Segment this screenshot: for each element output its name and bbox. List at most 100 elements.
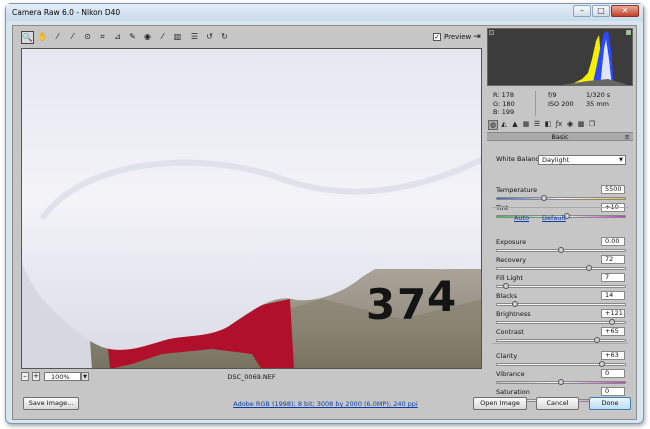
- white-balance-dropdown[interactable]: Daylight ▼: [538, 155, 626, 165]
- white-balance-tool-icon[interactable]: ⁄: [51, 31, 64, 44]
- contrast-control: Contrast +65: [496, 327, 626, 343]
- targeted-adjustment-tool-icon[interactable]: ⊙: [81, 31, 94, 44]
- temperature-label: Temperature: [496, 186, 538, 194]
- temperature-slider-thumb[interactable]: [541, 195, 548, 201]
- recovery-label: Recovery: [496, 256, 527, 264]
- vibrance-slider-thumb[interactable]: [558, 379, 564, 385]
- file-name: DSC_0069.NEF: [227, 373, 276, 381]
- maximize-button[interactable]: □: [592, 5, 610, 17]
- straighten-tool-icon[interactable]: ⊿: [111, 31, 124, 44]
- clarity-slider[interactable]: [496, 361, 626, 367]
- vibrance-value-field[interactable]: 0: [601, 369, 625, 378]
- contrast-label: Contrast: [496, 328, 524, 336]
- close-button[interactable]: ✕: [611, 5, 639, 17]
- recovery-value-field[interactable]: 72: [601, 255, 625, 264]
- clarity-value-field[interactable]: +63: [601, 351, 625, 360]
- divider: [492, 207, 628, 208]
- zoom-tool-icon[interactable]: 🔍: [21, 31, 34, 44]
- minimize-button[interactable]: –: [573, 5, 591, 17]
- preview-toggle[interactable]: ✓ Preview: [433, 33, 471, 41]
- blacks-slider-thumb[interactable]: [511, 301, 518, 307]
- open-image-button[interactable]: Open Image: [473, 397, 527, 410]
- contrast-slider[interactable]: [496, 337, 626, 343]
- title-bar[interactable]: Camera Raw 6.0 - Nikon D40 – □ ✕: [6, 4, 643, 21]
- detail-tab-icon[interactable]: ▲: [510, 120, 520, 130]
- clarity-label: Clarity: [496, 352, 518, 360]
- panel-title: Basic: [551, 133, 569, 141]
- highlight-clipping-indicator[interactable]: [626, 30, 631, 35]
- fill-light-label: Fill Light: [496, 274, 523, 282]
- green-value: G: 180: [493, 99, 515, 108]
- fill-light-slider-thumb[interactable]: [502, 283, 509, 289]
- basic-tab-icon[interactable]: ◍: [488, 120, 498, 130]
- clarity-slider-thumb[interactable]: [598, 361, 605, 367]
- status-bar: – + 100% ▼ DSC_0069.NEF: [21, 371, 482, 384]
- exposure-control: Exposure 0.00: [496, 237, 626, 253]
- tone-curve-tab-icon[interactable]: ◭: [499, 120, 509, 130]
- color-sampler-tool-icon[interactable]: ⁄: [66, 31, 79, 44]
- temperature-value-field[interactable]: 5500: [601, 185, 625, 194]
- preview-label: Preview: [444, 33, 472, 41]
- exposure-slider-thumb[interactable]: [558, 247, 564, 253]
- exposure-slider[interactable]: [496, 247, 626, 253]
- red-eye-tool-icon[interactable]: ◉: [141, 31, 154, 44]
- panel-menu-icon[interactable]: ≡: [625, 133, 630, 141]
- spot-removal-tool-icon[interactable]: ✎: [126, 31, 139, 44]
- tool-list: 🔍 ✋ ⁄ ⁄ ⊙ ⌗ ⊿ ✎ ◉ ⁄ ▥ ☰ ↺ ↻: [21, 31, 233, 44]
- fill-light-control: Fill Light 7: [496, 273, 626, 289]
- brightness-value-field[interactable]: +121: [601, 309, 625, 318]
- histogram-graph: [561, 31, 628, 85]
- brightness-slider[interactable]: [496, 319, 626, 325]
- blacks-value-field[interactable]: 14: [601, 291, 625, 300]
- window-controls: – □ ✕: [572, 5, 639, 17]
- blacks-slider[interactable]: [496, 301, 626, 307]
- split-toning-tab-icon[interactable]: ☰: [532, 120, 542, 130]
- rotate-cw-icon[interactable]: ↻: [218, 31, 231, 44]
- fill-light-value-field[interactable]: 7: [601, 273, 625, 282]
- preview-checkbox[interactable]: ✓: [433, 33, 441, 41]
- snapshots-tab-icon[interactable]: ❐: [587, 120, 597, 130]
- snowy-mailbox-photo: 3 7 4: [22, 49, 481, 368]
- crop-tool-icon[interactable]: ⌗: [96, 31, 109, 44]
- presets-tab-icon[interactable]: ▩: [576, 120, 586, 130]
- default-link[interactable]: Default: [542, 214, 566, 222]
- image-preview[interactable]: 3 7 4: [21, 48, 482, 369]
- rotate-ccw-icon[interactable]: ↺: [203, 31, 216, 44]
- preferences-icon[interactable]: ☰: [188, 31, 201, 44]
- blue-value: B: 199: [493, 108, 515, 116]
- adjustment-brush-icon[interactable]: ⁄: [156, 31, 169, 44]
- focal-length: 35 mm: [586, 99, 610, 108]
- white-balance-row: White Balance: Daylight ▼: [496, 155, 626, 165]
- cancel-button[interactable]: Cancel: [536, 397, 579, 410]
- vibrance-label: Vibrance: [496, 370, 525, 378]
- shadow-clipping-indicator[interactable]: [489, 30, 494, 35]
- white-balance-value: Daylight: [542, 156, 570, 164]
- auto-link[interactable]: Auto: [514, 214, 529, 222]
- camera-raw-window: Camera Raw 6.0 - Nikon D40 – □ ✕ 🔍 ✋ ⁄ ⁄ ⊙ ⌗ ⊿…: [5, 3, 644, 424]
- clarity-control: Clarity +63: [496, 351, 626, 367]
- vibrance-control: Vibrance 0: [496, 369, 626, 385]
- effects-tab-icon[interactable]: ƒx: [554, 120, 564, 130]
- temperature-slider[interactable]: [496, 195, 626, 201]
- hand-tool-icon[interactable]: ✋: [36, 31, 49, 44]
- brightness-slider-thumb[interactable]: [609, 319, 616, 325]
- lens-corrections-tab-icon[interactable]: ◧: [543, 120, 553, 130]
- tool-bar: 🔍 ✋ ⁄ ⁄ ⊙ ⌗ ⊿ ✎ ◉ ⁄ ▥ ☰ ↺ ↻ ✓ Preview ⇥: [13, 26, 483, 48]
- house-number-3: 3: [366, 280, 395, 329]
- done-button[interactable]: Done: [589, 397, 631, 410]
- shutter-speed: 1/320 s: [586, 91, 611, 99]
- fullscreen-icon[interactable]: ⇥: [471, 32, 483, 43]
- recovery-slider-thumb[interactable]: [586, 265, 593, 271]
- graduated-filter-icon[interactable]: ▥: [171, 31, 184, 44]
- window-title: Camera Raw 6.0 - Nikon D40: [12, 8, 121, 17]
- adjustment-panel: R: 178 G: 180 B: 199 f/9 1/320 s ISO 200 3…: [487, 28, 633, 403]
- recovery-slider[interactable]: [496, 265, 626, 271]
- rgb-values: R: 178 G: 180 B: 199: [493, 91, 533, 117]
- hsl-tab-icon[interactable]: ▦: [521, 120, 531, 130]
- fill-light-slider[interactable]: [496, 283, 626, 289]
- camera-calibration-tab-icon[interactable]: ◉: [565, 120, 575, 130]
- vibrance-slider[interactable]: [496, 379, 626, 385]
- exposure-value-field[interactable]: 0.00: [601, 237, 625, 246]
- contrast-value-field[interactable]: +65: [601, 327, 625, 336]
- dialog-body: 🔍✋⁄⁄⊙⌗⊿✎◉⁄▥☰↺↻ ✓ Preview ⇥: [12, 25, 637, 420]
